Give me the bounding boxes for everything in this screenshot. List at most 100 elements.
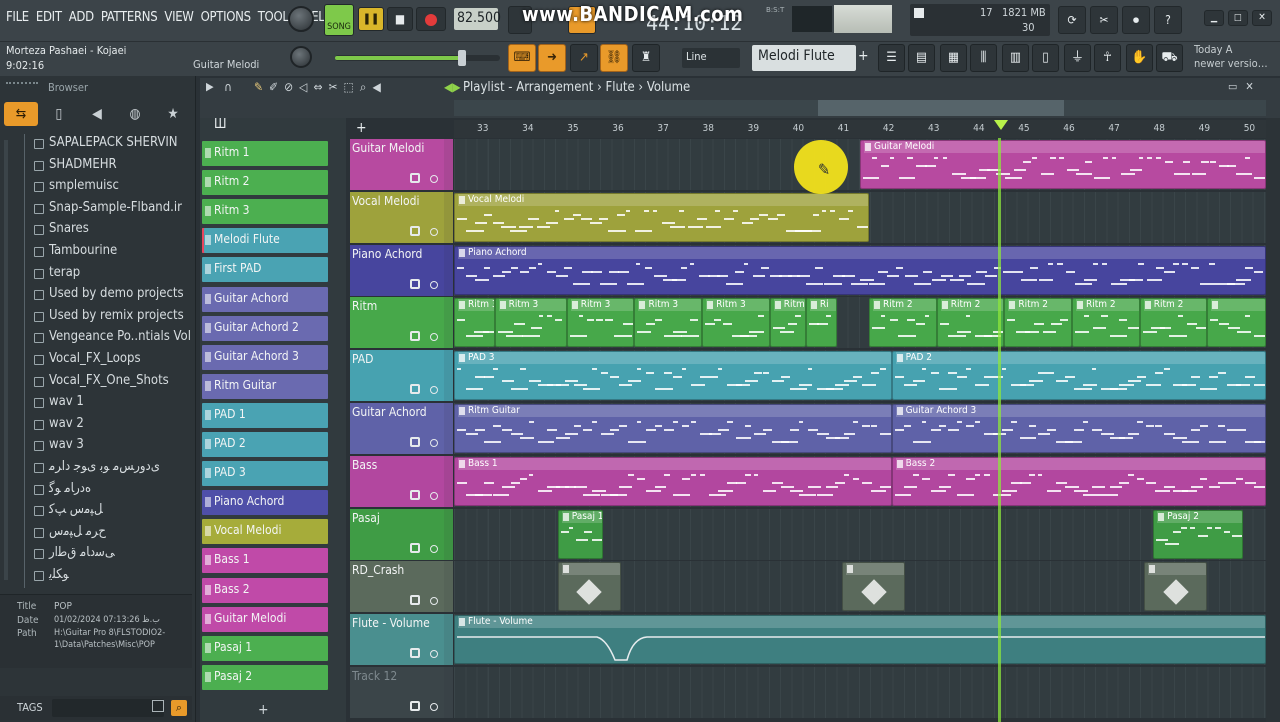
playlist-clip[interactable]: Pasaj 1	[557, 509, 603, 559]
track-header[interactable]: Ritm	[350, 297, 444, 349]
playlist-clip[interactable]: Vocal Melodi	[454, 192, 870, 242]
playlist-clip[interactable]	[1144, 562, 1208, 612]
playlist-maximize-icon[interactable]: ▭	[1228, 80, 1237, 93]
playlist-clip[interactable]: Bass 2	[891, 456, 1266, 506]
browser-folder-item[interactable]: Used by demo projects	[0, 285, 192, 308]
record-button[interactable]	[416, 7, 446, 31]
song-mode-toggle[interactable]: SONG	[324, 4, 354, 36]
playlist-window-button[interactable]: ☰	[878, 44, 905, 72]
browser-folder-item[interactable]: ﺡﺮﻣ ﻞﭙﻣﺱ	[0, 522, 192, 545]
track-enable-icon[interactable]	[430, 491, 438, 500]
browser-folder-item[interactable]: ﻯﺩﻭﺭﺲﻣ ﻮﺑ ﯼﻮﺟ ﺩﺍﺮﻣ	[0, 458, 192, 480]
menu-edit[interactable]: EDIT	[36, 10, 62, 25]
pencil-icon[interactable]: ✎	[254, 80, 263, 95]
playlist-clip[interactable]: Ritm 3	[494, 298, 567, 348]
shop-button[interactable]: ⛟	[1156, 44, 1183, 72]
track-color-strip[interactable]	[444, 297, 453, 349]
browser-folder-item[interactable]: wav 2	[0, 414, 192, 437]
track-lane[interactable]: Ritm 3 Ritm 3 Ritm 3 Ritm 3 Ritm 3 Ritm 3 Ri Ri…	[454, 297, 1266, 349]
browser-folder-item[interactable]: Snap-Sample-Flband.ir	[0, 198, 192, 221]
track-color-strip[interactable]	[444, 244, 453, 296]
browser-folder-item[interactable]: ﯽﺳﺩﺎﻣ ﻕﻃﺍﺭ	[0, 544, 192, 567]
pattern-picker-keyboard-icon[interactable]: Ш	[214, 117, 227, 132]
select-icon[interactable]: ⬚	[344, 80, 354, 95]
track-enable-icon[interactable]	[430, 650, 438, 659]
track-header[interactable]: PAD	[350, 350, 444, 402]
stop-button[interactable]: ■	[387, 7, 413, 31]
track-lane[interactable]: Pasaj 1 Pasaj 2	[454, 508, 1266, 560]
track-enable-icon[interactable]	[430, 703, 438, 711]
track-lane[interactable]	[454, 667, 1266, 718]
pattern-item[interactable]: Pasaj 1	[202, 635, 328, 661]
track-color-strip[interactable]	[444, 350, 453, 402]
lock-icon[interactable]	[410, 595, 420, 606]
pattern-item[interactable]: PAD 3	[202, 461, 328, 487]
browser-folder-item[interactable]: terap	[0, 263, 192, 286]
menu-patterns[interactable]: PATTERNS	[101, 10, 158, 25]
refresh-button[interactable]: ⟳	[1058, 6, 1086, 34]
playlist-clip[interactable]: Ritm 3	[769, 298, 806, 348]
close-button[interactable]: ✕	[1252, 10, 1272, 26]
touch-controller-button[interactable]: ☥	[1094, 44, 1121, 72]
playlist-clip[interactable]: Ritm 2	[936, 298, 1005, 348]
menu-options[interactable]: OPTIONS	[201, 10, 251, 25]
browser-folder-item[interactable]: ﻮﮑﻠﯾ	[0, 566, 192, 588]
playlist-clip[interactable]: Ritm 3	[566, 298, 635, 348]
track-color-strip[interactable]	[444, 455, 453, 507]
browser-folder-item[interactable]: smplemuisc	[0, 177, 192, 200]
step-edit-button[interactable]: ➜	[538, 44, 566, 72]
tab-online[interactable]: ◍	[118, 102, 152, 126]
track-lane[interactable]: Guitar Melodi	[454, 139, 1266, 190]
track-lane[interactable]: Ritm Guitar Guitar Achord 3	[454, 403, 1266, 454]
track-header[interactable]: Pasaj	[350, 508, 444, 560]
track-header[interactable]: Guitar Achord	[350, 403, 444, 454]
help-button[interactable]: ?	[1154, 6, 1182, 34]
pattern-item[interactable]: Melodi Flute	[202, 228, 328, 254]
add-track-button[interactable]: +	[356, 120, 367, 136]
mixer-button[interactable]: ⫼	[970, 44, 997, 72]
pattern-item[interactable]: Ritm 2	[202, 170, 328, 196]
playlist-close-icon[interactable]: ✕	[1245, 80, 1253, 93]
pattern-item[interactable]: Guitar Melodi	[202, 606, 328, 632]
pattern-selector[interactable]: Melodi Flute	[752, 45, 856, 71]
tools-button[interactable]: ✂	[1090, 6, 1118, 34]
maximize-button[interactable]: □	[1228, 10, 1248, 26]
pattern-item[interactable]: Piano Achord	[202, 490, 328, 516]
browser-folder-item[interactable]: ﻩﺩﺭﺎﻣ ﻮﮔ	[0, 479, 192, 502]
browser-folder-item[interactable]: SAPALEPACK SHERVIN	[0, 134, 192, 156]
playlist-clip[interactable]: Ritm 2	[869, 298, 937, 348]
browser-folder-item[interactable]: wav 1	[0, 393, 192, 416]
slice-icon[interactable]: ✂	[329, 80, 338, 95]
pattern-item[interactable]: Guitar Achord	[202, 286, 328, 312]
speaker-icon[interactable]: ◀	[372, 80, 380, 95]
pattern-item[interactable]: PAD 2	[202, 432, 328, 457]
pattern-item[interactable]: Vocal Melodi	[202, 519, 328, 545]
playlist-clip[interactable]: Pasaj 2	[1153, 509, 1244, 559]
browser-folder-item[interactable]: Vocal_FX_One_Shots	[0, 371, 192, 394]
track-header[interactable]: Bass	[350, 455, 444, 507]
track-lane[interactable]: Vocal Melodi	[454, 191, 1266, 243]
track-color-strip[interactable]	[444, 508, 453, 560]
track-enable-icon[interactable]	[430, 280, 438, 289]
playlist-clip[interactable]: Ritm 2	[1139, 298, 1208, 348]
lock-icon[interactable]	[410, 648, 420, 659]
track-lane[interactable]	[454, 561, 1266, 613]
tab-all[interactable]: ⇆	[4, 102, 38, 126]
automation-curve[interactable]	[457, 632, 1266, 664]
delete-icon[interactable]: ⊘	[284, 80, 293, 95]
playlist-clip[interactable]: Ritm 2	[1004, 298, 1072, 348]
zoom-icon[interactable]: ⌕	[360, 80, 367, 95]
track-enable-icon[interactable]	[430, 544, 438, 553]
track-header[interactable]: Vocal Melodi	[350, 191, 444, 243]
pattern-item[interactable]: Ritm 1	[202, 141, 328, 166]
track-enable-icon[interactable]	[430, 439, 438, 447]
lock-icon[interactable]	[410, 437, 420, 447]
playlist-clip[interactable]: Ri	[805, 298, 838, 348]
lock-icon[interactable]	[410, 331, 420, 342]
typing-keyboard-button[interactable]: ⌨	[508, 44, 536, 72]
pattern-item[interactable]: Guitar Achord 2	[202, 315, 328, 341]
browser-button[interactable]: ▯	[1032, 44, 1059, 72]
track-header[interactable]: RD_Crash	[350, 561, 444, 613]
tempo-tapper-button[interactable]: ✋	[1126, 44, 1153, 72]
playlist-clip[interactable]: Ritm 3	[702, 298, 770, 348]
